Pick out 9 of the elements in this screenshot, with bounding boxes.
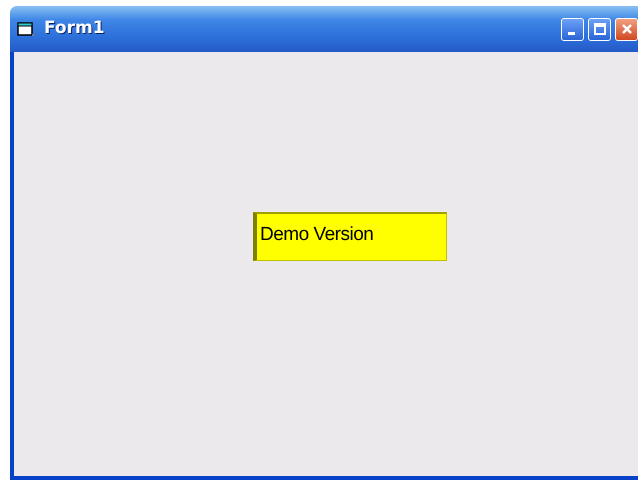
window-title: Form1 [44,17,105,40]
maximize-icon [594,23,606,35]
demo-label: Demo Version [253,212,447,261]
close-button[interactable] [615,18,638,40]
maximize-button[interactable] [588,18,611,40]
minimize-button[interactable] [561,18,584,40]
minimize-icon [568,32,575,34]
close-icon [620,23,632,35]
form-icon [16,20,36,38]
